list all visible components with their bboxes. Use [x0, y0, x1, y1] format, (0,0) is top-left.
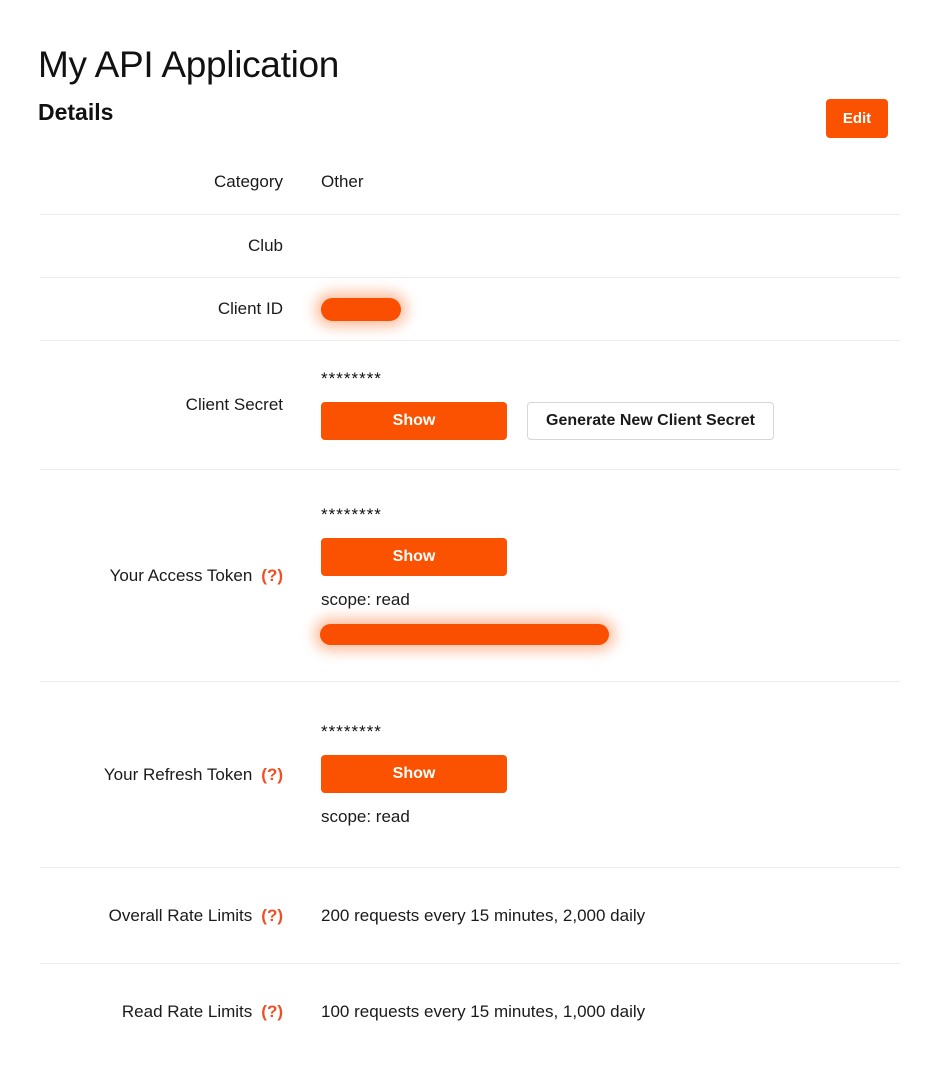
row-label-read-rate-limits: Read Rate Limits (?): [40, 1002, 283, 1022]
row-value-access-token: ******** Show scope: read: [283, 506, 900, 645]
page-title: My API Application: [38, 43, 340, 85]
row-label-refresh-token: Your Refresh Token (?): [40, 765, 283, 785]
refresh-token-scope: scope: read: [321, 806, 410, 826]
row-label-client-id: Client ID: [217, 299, 283, 318]
details-heading: Details: [38, 99, 114, 125]
row-label-access-token-text: Your Access Token: [109, 565, 253, 585]
row-label-overall-rate-limits: Overall Rate Limits (?): [40, 906, 283, 926]
table-row-refresh-token: Your Refresh Token (?) ******** Show scop…: [40, 682, 900, 868]
row-label-access-token: Your Access Token (?): [40, 566, 283, 586]
api-application-page: My API Application Details Edit Category…: [0, 0, 930, 1071]
table-row-category: Category Other: [40, 150, 900, 215]
access-token-masked-value: ********: [321, 505, 382, 524]
details-table: Category Other Club Client ID Client Sec…: [40, 150, 900, 1060]
access-token-scope: scope: read: [321, 590, 410, 609]
table-row-club: Club: [40, 215, 900, 278]
show-access-token-button[interactable]: Show: [321, 538, 507, 576]
edit-button[interactable]: Edit: [826, 99, 888, 138]
help-icon-read-rate-limits[interactable]: (?): [261, 1002, 283, 1021]
client-secret-stack: ******** Show Generate New Client Secret: [321, 370, 900, 440]
row-label-refresh-token-text: Your Refresh Token: [103, 764, 253, 784]
client-secret-actions: Show Generate New Client Secret: [321, 402, 774, 440]
help-icon-overall-rate-limits[interactable]: (?): [261, 906, 283, 925]
show-refresh-token-button[interactable]: Show: [321, 754, 507, 793]
table-row-read-rate-limits: Read Rate Limits (?) 100 requests every 1…: [40, 964, 900, 1060]
table-row-client-secret: Client Secret ******** Show Generate New…: [40, 341, 900, 470]
row-label-club: Club: [248, 236, 283, 255]
table-row-client-id: Client ID: [40, 278, 900, 341]
row-label-category: Category: [214, 172, 283, 191]
row-value-read-rate-limits: 100 requests every 15 minutes, 1,000 dai…: [321, 1002, 646, 1021]
redacted-client-id: [321, 297, 401, 321]
help-icon-access-token[interactable]: (?): [261, 566, 283, 585]
table-row-access-token: Your Access Token (?) ******** Show scope…: [40, 470, 900, 682]
row-label-overall-rate-limits-text: Overall Rate Limits: [108, 905, 253, 925]
row-value-refresh-token: ******** Show scope: read: [283, 721, 900, 827]
show-client-secret-button[interactable]: Show: [321, 402, 507, 440]
row-value-client-id: [283, 297, 900, 321]
row-value-overall-rate-limits: 200 requests every 15 minutes, 2,000 dai…: [321, 905, 646, 925]
table-row-overall-rate-limits: Overall Rate Limits (?) 200 requests ever…: [40, 868, 900, 964]
details-header-bar: Details Edit: [38, 96, 900, 140]
refresh-token-stack: ******** Show scope: read: [321, 721, 900, 827]
row-value-client-secret: ******** Show Generate New Client Secret: [283, 370, 900, 440]
help-icon-refresh-token[interactable]: (?): [261, 765, 283, 784]
generate-new-client-secret-button[interactable]: Generate New Client Secret: [527, 402, 774, 440]
row-label-read-rate-limits-text: Read Rate Limits: [121, 1002, 253, 1021]
client-secret-masked-value: ********: [321, 369, 382, 388]
redacted-access-token: [320, 624, 609, 645]
row-value-category: Other: [321, 172, 364, 191]
refresh-token-masked-value: ********: [321, 721, 382, 741]
row-label-client-secret: Client Secret: [185, 395, 283, 414]
access-token-stack: ******** Show scope: read: [320, 505, 900, 645]
